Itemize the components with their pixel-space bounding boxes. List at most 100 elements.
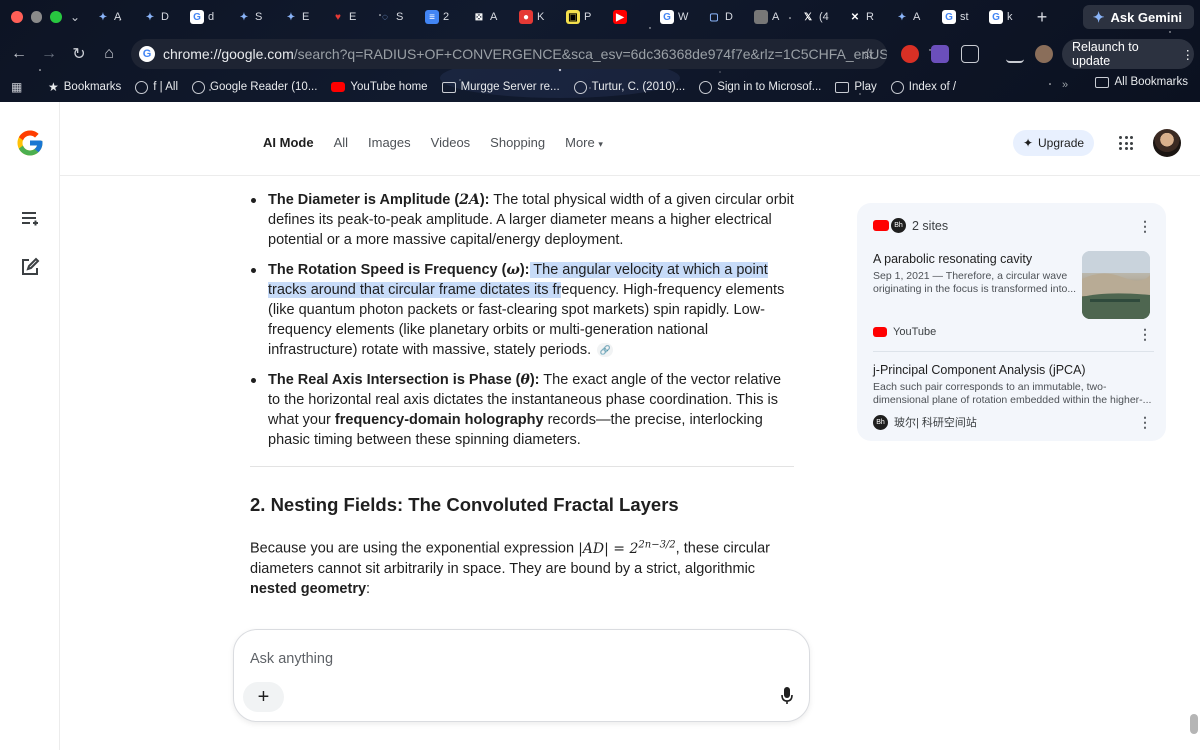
source-link-icon[interactable]: 🔗 [597, 343, 614, 358]
browser-tab[interactable]: A [746, 4, 793, 30]
tab-label: D [725, 11, 733, 23]
bookmark-item[interactable]: Murgge Server re... [441, 81, 560, 93]
browser-tab[interactable]: ⊠ A [464, 4, 511, 30]
extension-red-icon[interactable] [901, 45, 919, 63]
scrollbar-thumb[interactable] [1190, 714, 1198, 734]
heart-icon: ♥ [335, 11, 341, 23]
tab-label: S [396, 11, 404, 23]
tab-shopping[interactable]: Shopping [490, 135, 545, 150]
bullet-title: The Rotation Speed is Frequency (ω): [268, 262, 530, 278]
browser-tab[interactable]: ▢ D [699, 4, 746, 30]
browser-tab[interactable]: ≡ 2 [417, 4, 464, 30]
reading-list-icon[interactable] [1006, 45, 1024, 63]
history-list-icon[interactable] [20, 209, 40, 229]
forward-arrow-icon[interactable]: → [34, 45, 64, 63]
bookmark-label: Turtur, C. (2010)... [591, 81, 686, 93]
add-attachment-button[interactable]: + [243, 682, 284, 712]
bookmark-star-icon[interactable]: ☆ [862, 45, 875, 63]
minimize-window-button[interactable] [30, 11, 43, 23]
upgrade-button[interactable]: ✦ Upgrade [1013, 130, 1094, 156]
bookmark-item[interactable]: ★ Bookmarks [48, 80, 121, 94]
math-expression: |AD| = 22n−3/2 [578, 539, 676, 557]
source-site[interactable]: Bh 玻尔| 科研空间站 [873, 414, 977, 430]
browser-tab[interactable]: ✦ D [135, 4, 182, 30]
source-thumbnail[interactable] [1082, 251, 1150, 319]
browser-tab[interactable]: ✦ S [229, 4, 276, 30]
browser-tab[interactable]: GW [652, 4, 699, 30]
reload-icon[interactable]: ↻ [64, 44, 94, 64]
tab-label: K [537, 11, 545, 23]
browser-tab[interactable]: ▶ [605, 4, 652, 30]
tab-label: D [161, 11, 169, 23]
browser-tab[interactable]: ✦ A [88, 4, 135, 30]
tab-all[interactable]: All [334, 135, 348, 150]
bookmark-item[interactable]: Turtur, C. (2010)... [573, 80, 686, 94]
browser-tab[interactable]: ✦ A [887, 4, 934, 30]
extensions-puzzle-icon[interactable] [961, 45, 979, 63]
maximize-window-button[interactable] [50, 11, 63, 23]
tab-more[interactable]: More ▾ [565, 135, 603, 150]
tab-videos[interactable]: Videos [431, 135, 471, 150]
all-bookmarks-label: All Bookmarks [1114, 76, 1189, 88]
browser-tab[interactable]: ● K [511, 4, 558, 30]
ask-gemini-button[interactable]: ✦ Ask Gemini [1082, 5, 1194, 29]
source-more-icon[interactable]: ⋮ [1138, 414, 1152, 431]
extension-purple-icon[interactable] [931, 45, 949, 63]
apps-grid-icon[interactable]: ▦ [0, 80, 34, 94]
close-icon: ✕ [850, 11, 860, 23]
bookmark-item[interactable]: YouTube home [331, 81, 428, 93]
bullet-title: The Diameter is Amplitude (2A): [268, 192, 490, 208]
paragraph: Because you are using the exponential ex… [250, 539, 770, 597]
bookmark-item[interactable]: Play [835, 81, 877, 93]
google-logo-icon[interactable] [15, 128, 45, 158]
source-site[interactable]: YouTube [873, 326, 936, 338]
sources-count: 2 sites [912, 218, 949, 233]
back-arrow-icon[interactable]: ← [4, 45, 34, 63]
microphone-icon[interactable] [781, 687, 793, 705]
sources-more-icon[interactable]: ⋮ [1138, 218, 1152, 235]
section-heading: 2. Nesting Fields: The Convoluted Fracta… [250, 494, 679, 515]
relaunch-to-update-button[interactable]: Relaunch to update ⋮ [1062, 39, 1194, 69]
browser-tab[interactable]: 𝕏 (4 [793, 4, 840, 30]
ask-input-box[interactable]: Ask anything + [233, 629, 810, 722]
all-bookmarks-button[interactable]: All Bookmarks [1094, 76, 1189, 88]
ask-input-placeholder[interactable]: Ask anything [250, 651, 333, 667]
bookmark-item[interactable]: Index of / [890, 80, 956, 94]
browser-tab[interactable]: ◌ S [370, 4, 417, 30]
address-bar[interactable]: G chrome://google.com/search?q=RADIUS+OF… [131, 39, 887, 69]
more-bookmarks-chevron-icon[interactable]: » [1062, 79, 1068, 91]
bookmark-item[interactable]: Sign in to Microsof... [699, 80, 821, 94]
kebab-menu-icon[interactable]: ⋮ [1182, 47, 1195, 62]
tab-ai-mode[interactable]: AI Mode [263, 135, 314, 150]
browser-tab[interactable]: ✕ R [840, 4, 887, 30]
tab-label: A [913, 11, 921, 23]
profile-avatar-icon[interactable] [1035, 45, 1053, 63]
source-more-icon[interactable]: ⋮ [1138, 326, 1152, 343]
bookmark-item[interactable]: Google Reader (10... [192, 80, 317, 94]
new-tab-button[interactable]: + [1028, 7, 1056, 28]
google-apps-icon[interactable] [1119, 136, 1133, 150]
browser-tab[interactable]: Gst [934, 4, 981, 30]
browser-tab[interactable]: Gd [182, 4, 229, 30]
source-title[interactable]: j-Principal Component Analysis (jPCA) [873, 363, 1086, 377]
youtube-icon: ▶ [613, 10, 627, 24]
new-chat-edit-icon[interactable] [20, 257, 40, 277]
tab-images[interactable]: Images [368, 135, 411, 150]
url-path: /search?q=RADIUS+OF+CONVERGENCE&sca_esv=… [293, 46, 887, 62]
sources-header[interactable]: Bh 2 sites [873, 218, 948, 233]
docs-icon: ≡ [425, 10, 439, 24]
bookmark-item[interactable]: f | All [135, 80, 178, 94]
section-divider [250, 466, 794, 467]
account-avatar[interactable] [1153, 129, 1181, 157]
browser-tab[interactable]: ▣ P [558, 4, 605, 30]
browser-tab[interactable]: ✦ E [276, 4, 323, 30]
browser-tab[interactable]: Gk [981, 4, 1028, 30]
source-title[interactable]: A parabolic resonating cavity [873, 252, 1032, 266]
relaunch-label: Relaunch to update [1072, 40, 1139, 68]
close-window-button[interactable] [11, 11, 23, 23]
home-icon[interactable]: ⌂ [94, 45, 124, 63]
tab-label: A [772, 11, 780, 23]
tab-label: R [866, 11, 874, 23]
browser-tab[interactable]: ♥ E [323, 4, 370, 30]
tab-search-chevron-icon[interactable]: ⌄ [62, 10, 88, 24]
